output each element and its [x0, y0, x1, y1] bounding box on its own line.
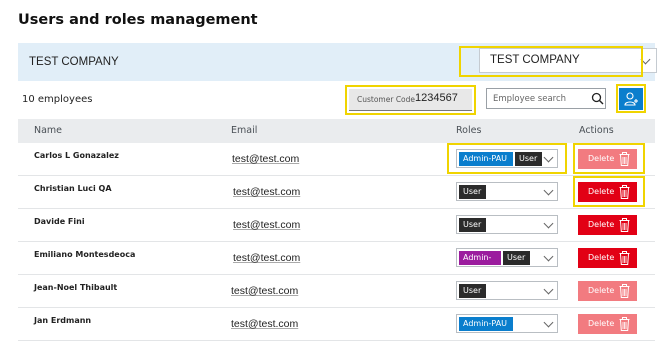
delete-label: Delete: [588, 319, 615, 328]
delete-button[interactable]: Delete: [578, 314, 637, 334]
company-select[interactable]: TEST COMPANY: [479, 48, 657, 73]
employee-name: Emiliano Montesdeoca: [34, 250, 136, 259]
table-header: Name Email Roles Actions: [18, 119, 655, 143]
search-placeholder: Employee search: [493, 94, 567, 104]
delete-button[interactable]: Delete: [578, 248, 637, 268]
role-tag: Admin-PAU: [459, 152, 513, 166]
role-tag: User: [515, 152, 542, 166]
chevron-down-icon: [640, 54, 651, 65]
trash-icon: [619, 284, 630, 298]
company-name: TEST COMPANY: [29, 56, 119, 68]
header-actions: Actions: [579, 125, 614, 136]
add-user-button[interactable]: [619, 88, 643, 110]
trash-icon: [619, 317, 630, 331]
company-select-value: TEST COMPANY: [490, 54, 580, 66]
employee-email: test@test.com: [231, 318, 299, 330]
employee-name: Jan Erdmann: [34, 316, 92, 325]
chevron-down-icon: [543, 185, 554, 196]
delete-button[interactable]: Delete: [578, 182, 637, 202]
customer-code-label: Customer Code: [357, 95, 416, 104]
employee-count: 10 employees: [22, 94, 93, 105]
delete-label: Delete: [588, 187, 615, 196]
role-tag: User: [459, 185, 486, 199]
chevron-down-icon: [543, 284, 554, 295]
header-name: Name: [34, 125, 63, 136]
role-tag: User: [459, 218, 486, 232]
employee-name: Davide Fini: [34, 217, 85, 226]
employee-name: Christian Luci QA: [34, 184, 112, 193]
page-title: Users and roles management: [18, 12, 258, 28]
roles-select[interactable]: User: [456, 215, 558, 234]
chevron-down-icon: [543, 251, 554, 262]
customer-code-field: Customer Code 1234567: [349, 89, 472, 111]
search-icon[interactable]: [591, 92, 604, 105]
employee-email: test@test.com: [232, 153, 300, 165]
delete-label: Delete: [588, 154, 615, 163]
delete-button[interactable]: Delete: [578, 149, 637, 169]
employee-search-input[interactable]: Employee search: [486, 88, 606, 109]
add-user-icon: [624, 92, 638, 106]
trash-icon: [619, 185, 630, 199]
table-row: Jan Erdmann test@test.com Admin-PAU Delete: [18, 308, 655, 341]
role-tag: User: [503, 251, 530, 265]
role-tag: Admin-U: [459, 251, 501, 276]
employee-email: test@test.com: [231, 285, 299, 297]
header-email: Email: [231, 125, 258, 136]
roles-select[interactable]: User: [456, 182, 558, 201]
delete-label: Delete: [588, 220, 615, 229]
roles-select[interactable]: Admin-PAU User: [456, 149, 558, 168]
table-row: Davide Fini test@test.com User Delete: [18, 209, 655, 242]
roles-select[interactable]: Admin-U User: [456, 248, 558, 276]
table-row: Jean-Noel Thibault test@test.com User Delet…: [18, 275, 655, 308]
employee-name: Carlos L Gonazalez: [34, 151, 119, 160]
table-row: Carlos L Gonazalez test@test.com Admin-PAU…: [18, 143, 655, 176]
employee-email: test@test.com: [233, 186, 301, 198]
role-tag: Admin-PAU: [459, 317, 513, 331]
delete-label: Delete: [588, 286, 615, 295]
employee-email: test@test.com: [233, 219, 301, 231]
delete-button[interactable]: Delete: [578, 215, 637, 235]
chevron-down-icon: [543, 317, 554, 328]
chevron-down-icon: [543, 152, 554, 163]
company-bar: TEST COMPANY TEST COMPANY: [18, 43, 657, 81]
employee-email: test@test.com: [233, 252, 301, 264]
table-row: Christian Luci QA test@test.com User Delete: [18, 176, 655, 209]
customer-code-value: 1234567: [415, 92, 458, 104]
trash-icon: [619, 152, 630, 166]
delete-button[interactable]: Delete: [578, 281, 637, 301]
delete-label: Delete: [588, 253, 615, 262]
roles-select[interactable]: User: [456, 281, 558, 300]
trash-icon: [619, 251, 630, 265]
table-row: Emiliano Montesdeoca test@test.com Admin-U…: [18, 242, 655, 276]
header-roles: Roles: [456, 125, 482, 136]
roles-select[interactable]: Admin-PAU: [456, 314, 558, 333]
employee-name: Jean-Noel Thibault: [34, 283, 118, 292]
trash-icon: [619, 218, 630, 232]
role-tag: User: [459, 284, 486, 298]
chevron-down-icon: [543, 218, 554, 229]
